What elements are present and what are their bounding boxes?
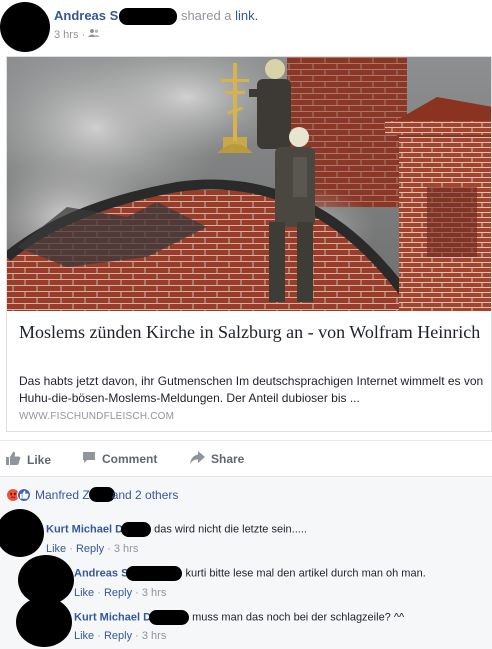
- comment-label: Comment: [102, 452, 158, 466]
- like-button[interactable]: Like: [6, 451, 51, 468]
- reply-meta: Like · Reply · 3 hrs: [74, 630, 167, 642]
- like-label: Like: [27, 452, 52, 467]
- link-preview-card[interactable]: Moslems zünden Kirche in Salzburg an - v…: [6, 56, 492, 432]
- reply-body: Kurt Michael D muss man das noch bei der…: [74, 610, 404, 625]
- like-reaction-icon: [17, 487, 31, 502]
- link-card-description: Das habts jetzt davon, ihr Gutmenschen I…: [19, 374, 484, 405]
- redaction-bar: [149, 610, 190, 625]
- post-action-text: shared a: [180, 8, 232, 23]
- post-link-word[interactable]: link.: [235, 8, 258, 23]
- link-preview-image[interactable]: [7, 57, 491, 311]
- share-arrow-icon: [190, 451, 205, 467]
- comment-avatar-redacted[interactable]: [0, 509, 44, 557]
- speech-bubble-icon: [82, 451, 96, 467]
- comment-text: das wird nicht die letzte sein.....: [154, 523, 307, 536]
- reactions-summary[interactable]: Manfred Z and 2 others: [6, 487, 178, 502]
- post-time[interactable]: 3 hrs: [54, 29, 78, 41]
- reply-meta: Like · Reply · 3 hrs: [74, 587, 167, 599]
- comment-time[interactable]: 3 hrs: [114, 543, 138, 555]
- reply-text: kurti bitte lese mal den artikel durch m…: [185, 567, 426, 580]
- reply-reply-link[interactable]: Reply: [104, 630, 132, 642]
- redaction-bar: [126, 566, 183, 581]
- share-button[interactable]: Share: [190, 451, 244, 467]
- post-header-line: Andreas S shared a link.: [54, 8, 258, 26]
- link-card-domain: WWW.FISCHUNDFLEISCH.COM: [19, 411, 175, 422]
- post-action-bar: Like Comment Share: [0, 440, 492, 476]
- reply-author[interactable]: Andreas S: [74, 567, 128, 579]
- reply-text: muss man das noch bei der schlagzeile? ^…: [192, 611, 405, 624]
- reaction-name[interactable]: Manfred Z: [35, 488, 90, 502]
- link-card-title[interactable]: Moslems zünden Kirche in Salzburg an - v…: [19, 321, 484, 344]
- comment-body: Kurt Michael D das wird nicht die letzte…: [46, 522, 307, 537]
- redaction-bar: [121, 522, 152, 537]
- reaction-others[interactable]: and 2 others: [112, 488, 179, 502]
- post-author-name[interactable]: Andreas S: [54, 8, 118, 23]
- comment-like-link[interactable]: Like: [46, 543, 66, 555]
- reply-time[interactable]: 3 hrs: [142, 587, 166, 599]
- comment-button[interactable]: Comment: [82, 451, 157, 467]
- reply-author[interactable]: Kurt Michael D: [74, 611, 151, 623]
- post-meta: 3 hrs ·: [54, 28, 100, 41]
- meta-separator: ·: [81, 29, 86, 41]
- comment-reply-link[interactable]: Reply: [76, 543, 104, 555]
- redaction-bar: [119, 8, 178, 26]
- post-header: Andreas S shared a link. 3 hrs ·: [0, 0, 492, 52]
- comment-meta: Like · Reply · 3 hrs: [46, 543, 139, 555]
- friends-icon[interactable]: [88, 29, 100, 41]
- reply-reply-link[interactable]: Reply: [104, 587, 132, 599]
- reply-avatar-redacted[interactable]: [16, 597, 72, 647]
- comment-author[interactable]: Kurt Michael D: [46, 523, 123, 535]
- author-avatar-redacted[interactable]: [0, 2, 50, 52]
- reply-like-link[interactable]: Like: [74, 587, 94, 599]
- reply-body: Andreas S kurti bitte lese mal den artik…: [74, 566, 426, 581]
- reply-time[interactable]: 3 hrs: [142, 630, 166, 642]
- thumbs-up-icon: [6, 451, 21, 468]
- reply-like-link[interactable]: Like: [74, 630, 94, 642]
- share-label: Share: [211, 452, 245, 466]
- comments-section: Manfred Z and 2 others Kurt Michael D das…: [0, 476, 492, 649]
